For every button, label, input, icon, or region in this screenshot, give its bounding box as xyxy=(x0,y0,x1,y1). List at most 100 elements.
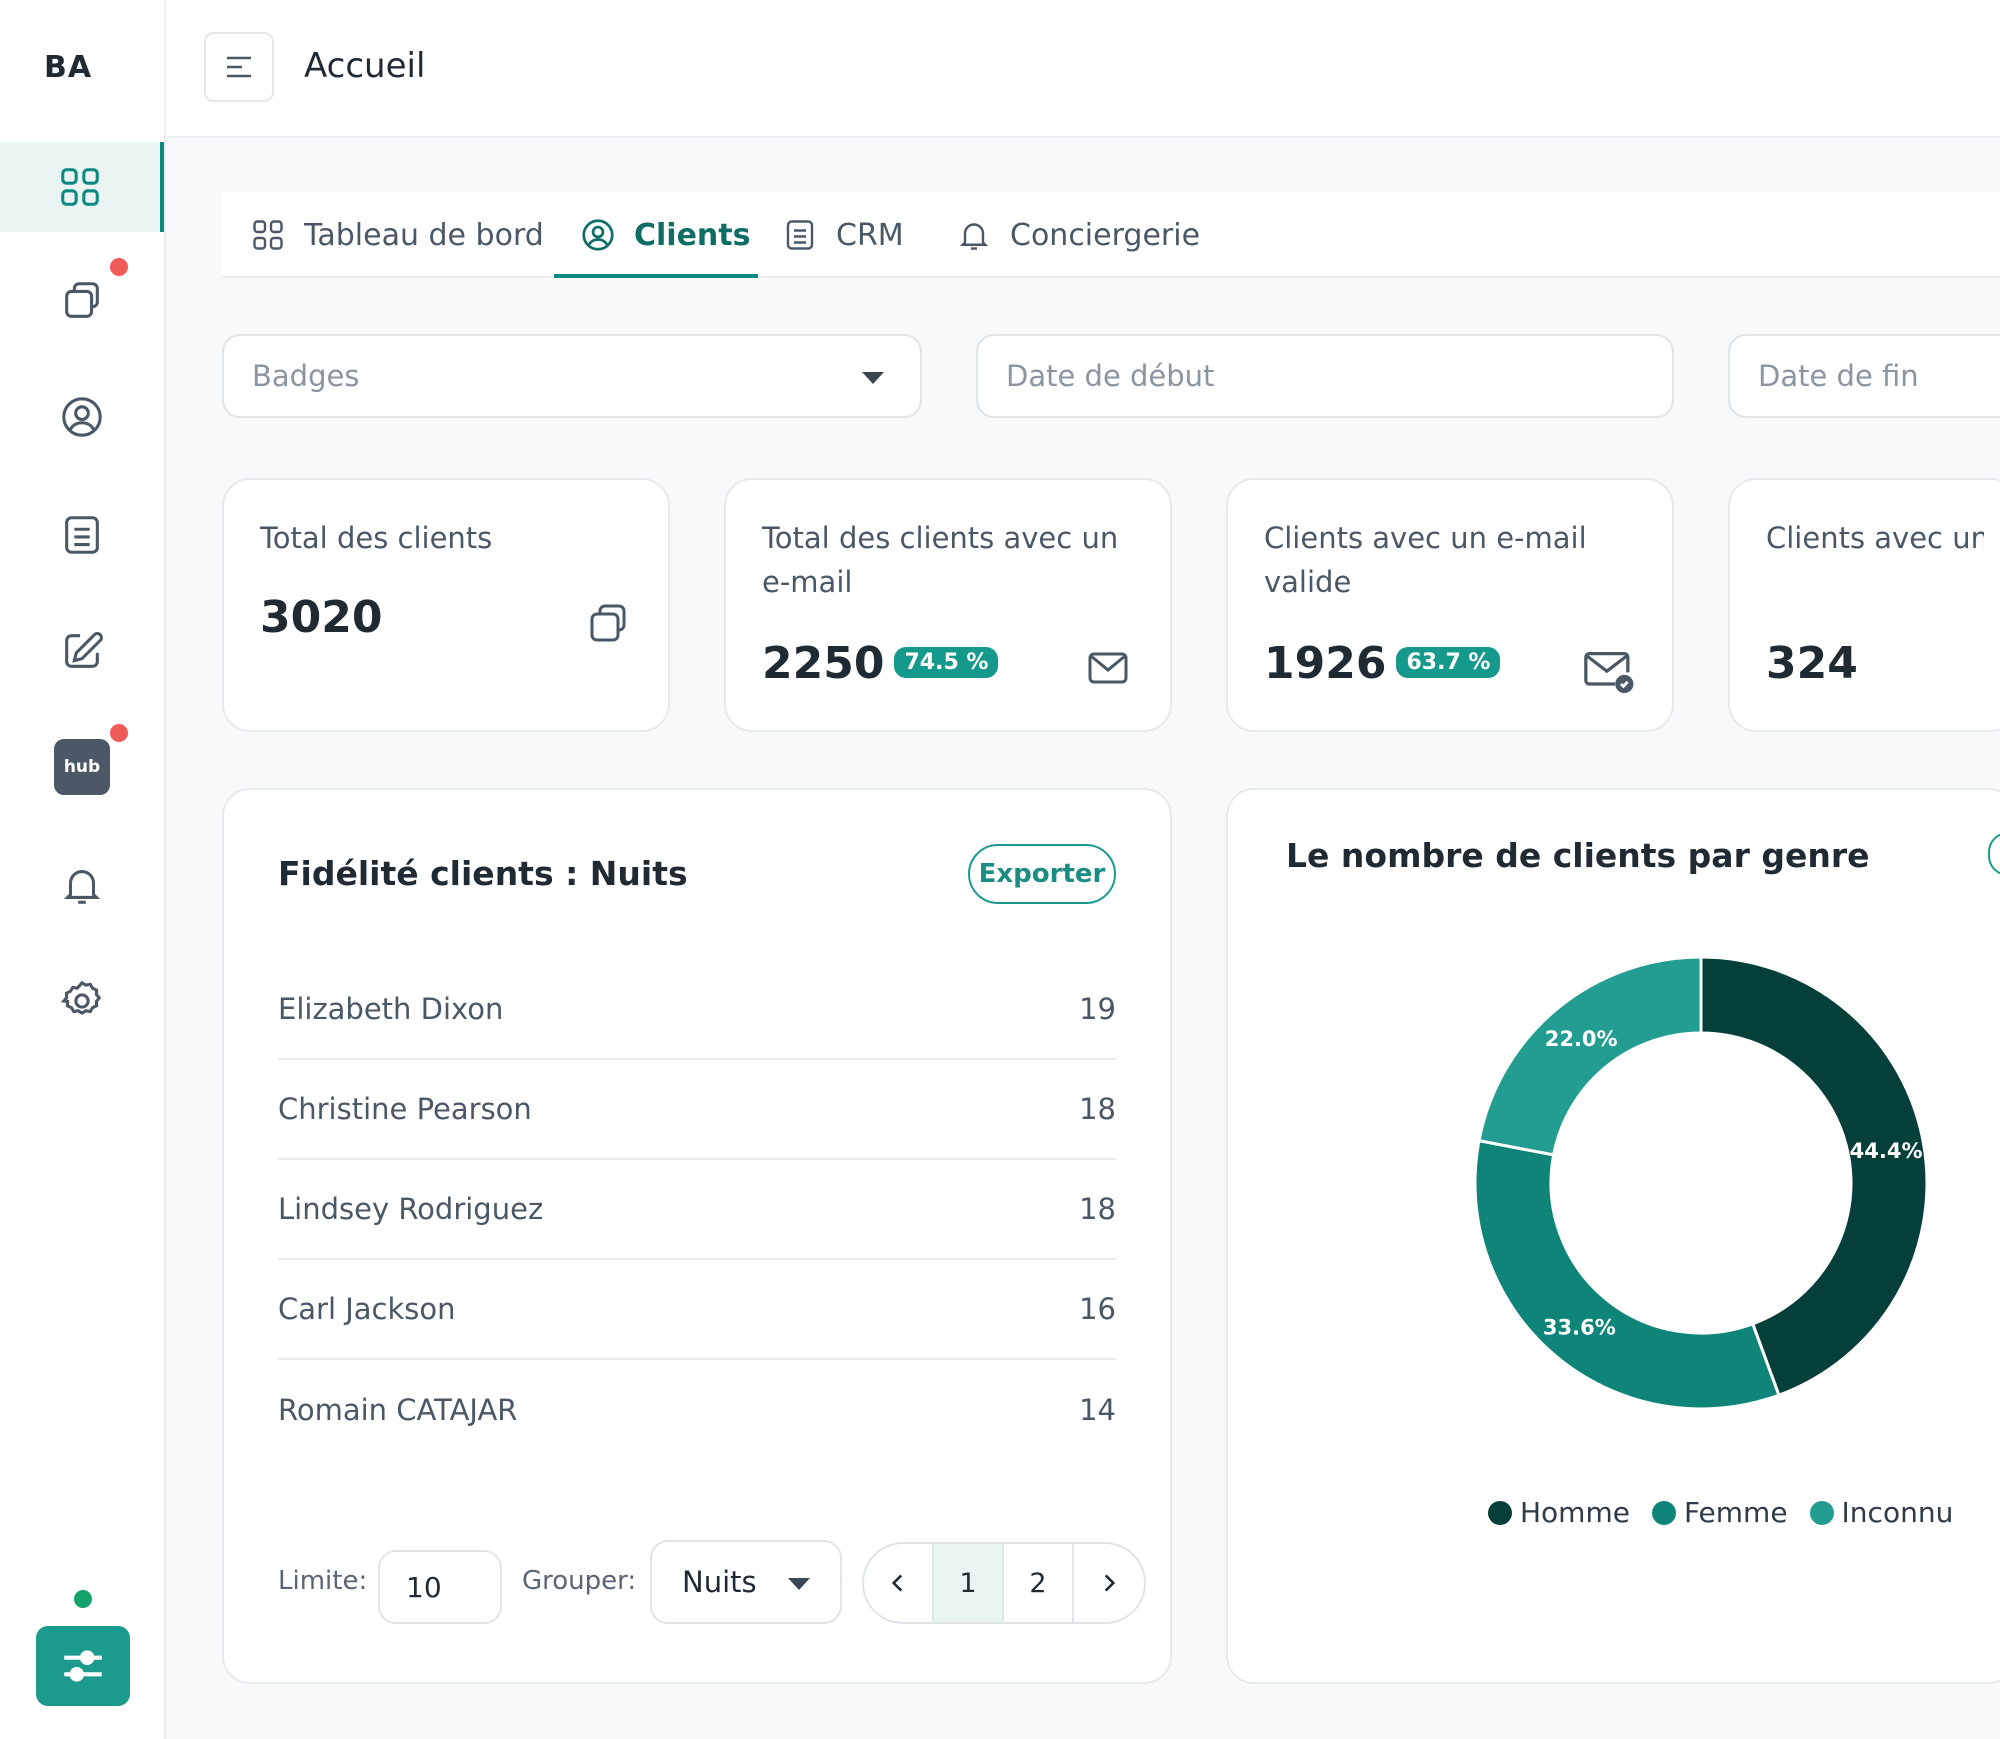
stat-value: 2250 74.5 % xyxy=(762,638,999,689)
notification-dot xyxy=(110,258,128,276)
stat-value: 324 xyxy=(1766,638,1858,689)
client-name: Romain CATAJAR xyxy=(278,1393,518,1427)
pagination: 1 2 xyxy=(862,1542,1146,1624)
tab-bar: Tableau de bord Clients CRM Conciergerie xyxy=(222,192,2000,278)
end-date-input[interactable]: Date de fin xyxy=(1728,334,2000,418)
list-icon xyxy=(786,220,814,250)
stat-card-clients-email: Total des clients avec un e-mail 2250 74.… xyxy=(724,478,1172,732)
copy-icon xyxy=(65,282,99,318)
chart-legend: Homme Femme Inconnu xyxy=(1488,1496,1953,1529)
user-circle-icon xyxy=(582,219,614,251)
stat-label: Clients avec un e-mail valide xyxy=(1264,521,1587,599)
export-button[interactable]: Exporter xyxy=(968,844,1116,904)
stat-label: Clients avec un e-mail OTA xyxy=(1766,521,1984,555)
client-nights: 18 xyxy=(1079,1192,1116,1226)
sidebar-item-edit[interactable] xyxy=(0,606,164,696)
stat-value: 3020 xyxy=(260,592,383,643)
sidebar-item-hub[interactable]: hub xyxy=(0,722,164,812)
edit-icon xyxy=(65,632,103,668)
donut-slice-label: 22.0% xyxy=(1545,1027,1618,1051)
client-name: Lindsey Rodriguez xyxy=(278,1192,544,1226)
chart-title: Le nombre de clients par genre xyxy=(1286,836,1870,875)
group-value: Nuits xyxy=(682,1565,757,1599)
donut-slice-femme[interactable] xyxy=(1473,1138,1781,1411)
stat-value: 1926 63.7 % xyxy=(1264,638,1501,689)
chevron-left-icon xyxy=(891,1574,903,1592)
tab-label: Tableau de bord xyxy=(304,217,544,253)
page-button-2[interactable]: 2 xyxy=(1004,1544,1074,1622)
list-icon xyxy=(65,516,99,554)
tab-conciergerie[interactable]: Conciergerie xyxy=(956,192,1200,278)
mail-icon xyxy=(1088,652,1128,684)
panel-title: Fidélité clients : Nuits xyxy=(278,854,688,893)
sidebar-item-crm[interactable] xyxy=(0,490,164,580)
sidebar-item-settings[interactable] xyxy=(0,956,164,1046)
limit-label: Limite: xyxy=(278,1566,368,1596)
list-item[interactable]: Lindsey Rodriguez 18 xyxy=(278,1160,1116,1260)
filters-button[interactable] xyxy=(36,1626,130,1706)
chevron-right-icon xyxy=(1104,1574,1116,1592)
badges-placeholder: Badges xyxy=(252,359,360,393)
active-tab-indicator xyxy=(554,274,758,278)
list-item[interactable]: Elizabeth Dixon 19 xyxy=(278,960,1116,1060)
brand-logo: BA xyxy=(44,50,93,85)
hub-icon: hub xyxy=(54,739,110,795)
online-status-dot xyxy=(74,1590,92,1608)
client-nights: 18 xyxy=(1079,1092,1116,1126)
sidebar-item-dashboard[interactable] xyxy=(0,142,164,232)
sidebar-item-clients[interactable] xyxy=(0,372,164,462)
chevron-down-icon xyxy=(788,1578,810,1590)
page-button-1[interactable]: 1 xyxy=(934,1544,1004,1622)
tab-clients[interactable]: Clients xyxy=(580,192,750,278)
client-name: Elizabeth Dixon xyxy=(278,992,504,1026)
sidebar-item-copy[interactable] xyxy=(0,256,164,346)
mail-check-icon xyxy=(1584,652,1634,694)
start-date-placeholder: Date de début xyxy=(1006,359,1215,393)
percent-badge: 74.5 % xyxy=(894,646,999,678)
tab-crm[interactable]: CRM xyxy=(782,192,904,278)
stat-label: Total des clients xyxy=(260,521,493,555)
legend-label: Inconnu xyxy=(1841,1496,1954,1529)
stat-card-valid-email: Clients avec un e-mail valide 1926 63.7 % xyxy=(1226,478,1674,732)
end-date-placeholder: Date de fin xyxy=(1758,359,1919,393)
legend-item-femme[interactable]: Femme xyxy=(1651,1496,1788,1529)
prev-page-button[interactable] xyxy=(864,1544,934,1622)
next-page-button[interactable] xyxy=(1074,1544,1144,1622)
legend-dot xyxy=(1809,1500,1834,1525)
badges-select[interactable]: Badges xyxy=(222,334,922,418)
copy-icon xyxy=(590,604,626,642)
legend-item-homme[interactable]: Homme xyxy=(1488,1496,1630,1529)
client-nights: 19 xyxy=(1079,992,1116,1026)
list-item[interactable]: Carl Jackson 16 xyxy=(278,1260,1116,1360)
tab-dashboard[interactable]: Tableau de bord xyxy=(250,192,544,278)
legend-label: Femme xyxy=(1683,1496,1788,1529)
list-item[interactable]: Romain CATAJAR 14 xyxy=(278,1360,1116,1460)
user-circle-icon xyxy=(62,397,102,437)
limit-input[interactable]: 10 xyxy=(378,1550,502,1624)
legend-dot xyxy=(1651,1500,1676,1525)
chevron-down-icon xyxy=(862,372,884,384)
donut-slice-inconnu[interactable] xyxy=(1477,955,1703,1157)
bell-icon xyxy=(959,223,989,250)
top-bar: Accueil xyxy=(166,0,2000,138)
legend-item-inconnu[interactable]: Inconnu xyxy=(1809,1496,1954,1529)
gear-icon xyxy=(60,980,102,1015)
group-select[interactable]: Nuits xyxy=(650,1540,842,1624)
menu-toggle-button[interactable] xyxy=(204,32,274,102)
group-label: Grouper: xyxy=(522,1566,637,1596)
stat-label: Total des clients avec un e-mail xyxy=(762,521,1119,599)
stat-card-ota-email: Clients avec un e-mail OTA 324 xyxy=(1728,478,2000,732)
grid-icon xyxy=(61,168,99,206)
bell-icon xyxy=(63,870,101,904)
start-date-input[interactable]: Date de début xyxy=(976,334,1674,418)
list-item[interactable]: Christine Pearson 18 xyxy=(278,1060,1116,1160)
client-name: Carl Jackson xyxy=(278,1292,456,1326)
notification-dot xyxy=(110,724,128,742)
donut-slice-label: 44.4% xyxy=(1850,1139,1923,1163)
legend-label: Homme xyxy=(1520,1496,1630,1529)
donut-slice-label: 33.6% xyxy=(1543,1315,1616,1339)
sidebar: BA hub xyxy=(0,0,166,1739)
percent-badge: 63.7 % xyxy=(1396,646,1501,678)
sidebar-item-notifications[interactable] xyxy=(0,840,164,930)
tab-label: Clients xyxy=(634,217,751,253)
